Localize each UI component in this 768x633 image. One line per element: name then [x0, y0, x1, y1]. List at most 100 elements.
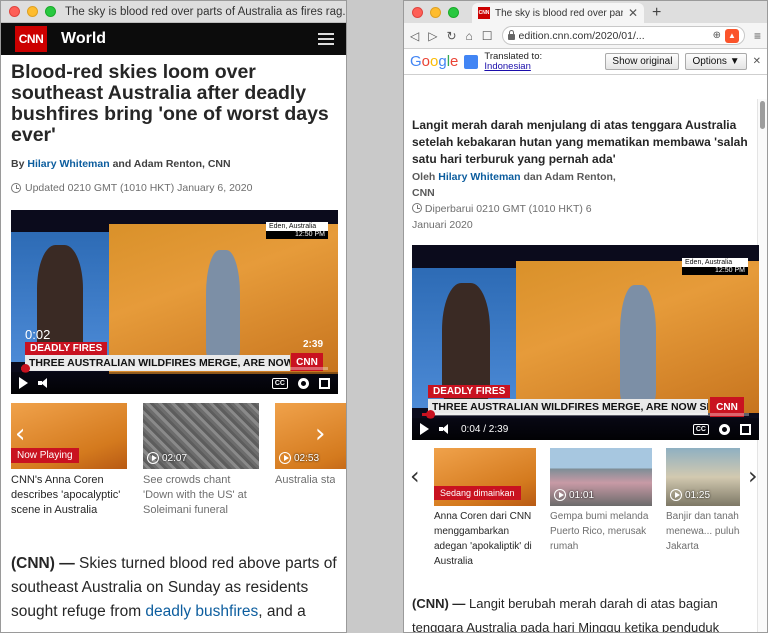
- location-text: Eden, Australia: [685, 259, 733, 266]
- language-select[interactable]: Indonesian: [484, 61, 530, 72]
- updated-timestamp: Updated 0210 GMT (1010 HKT) January 6, 2…: [1, 170, 346, 194]
- left-titlebar: The sky is blood red over parts of Austr…: [1, 1, 346, 23]
- menu-icon[interactable]: [318, 33, 334, 45]
- carousel-caption[interactable]: CNN's Anna Coren describes 'apocalyptic'…: [11, 473, 127, 518]
- carousel-caption[interactable]: Anna Coren dari CNN menggambarkan adegan…: [434, 509, 536, 569]
- closed-captions-button[interactable]: CC: [692, 423, 709, 435]
- reload-icon[interactable]: ↻: [446, 29, 456, 43]
- updated-timestamp: Diperbarui 0210 GMT (1010 HKT) 6 Januari…: [412, 201, 612, 233]
- video-player[interactable]: Eden, Australia 12:50 PM 0:02 2:39 DEADL…: [11, 210, 338, 394]
- close-window-button[interactable]: [9, 6, 20, 17]
- volume-icon[interactable]: [439, 424, 451, 434]
- location-time: 12:50 PM: [682, 267, 748, 275]
- duration-badge: 01:01: [554, 489, 594, 501]
- lower-third-tag: DEADLY FIRES: [25, 342, 108, 355]
- carousel-item[interactable]: Sedang dimainkan Anna Coren dari CNN men…: [434, 448, 536, 569]
- scrollbar-thumb[interactable]: [760, 101, 765, 129]
- carousel-item[interactable]: Now Playing CNN's Anna Coren describes '…: [11, 403, 127, 518]
- carousel-caption[interactable]: Gempa bumi melanda Puerto Rico, merusak …: [550, 509, 652, 554]
- forward-icon[interactable]: ▷: [428, 29, 437, 43]
- carousel-thumbnail[interactable]: Now Playing: [11, 403, 127, 469]
- cnn-logo[interactable]: CNN: [15, 26, 47, 52]
- window-controls: [412, 1, 466, 23]
- volume-icon[interactable]: [38, 378, 50, 388]
- lock-icon: [507, 30, 515, 40]
- byline-prefix: By: [11, 158, 25, 170]
- lower-third-tag: DEADLY FIRES: [428, 385, 511, 398]
- carousel-thumbnail[interactable]: 02:07: [143, 403, 259, 469]
- carousel-item[interactable]: 01:01 Gempa bumi melanda Puerto Rico, me…: [550, 448, 652, 569]
- video-carousel: Now Playing CNN's Anna Coren describes '…: [11, 403, 346, 518]
- back-icon[interactable]: ◁: [410, 29, 419, 43]
- bushfires-link[interactable]: deadly bushfires: [145, 603, 258, 620]
- video-player[interactable]: Eden, Australia 12:50 PM DEADLY FIRES TH…: [412, 245, 759, 440]
- carousel-thumbnail[interactable]: 01:01: [550, 448, 652, 506]
- cnn-favicon: CNN: [478, 7, 490, 19]
- play-circle-icon: [554, 489, 566, 501]
- author-link[interactable]: Hilary Whiteman: [438, 171, 520, 183]
- play-icon[interactable]: [420, 423, 429, 435]
- location-tag: Eden, Australia 12:50 PM: [682, 258, 748, 275]
- progress-bar[interactable]: [422, 410, 749, 419]
- video-controls: 0:04 / 2:39 CC: [412, 418, 759, 440]
- settings-gear-icon[interactable]: [719, 423, 730, 435]
- carousel-next-icon[interactable]: ›: [748, 464, 758, 488]
- updated-text: Updated 0210 GMT (1010 HKT) January 6, 2…: [25, 182, 253, 194]
- fullscreen-icon[interactable]: [740, 423, 751, 435]
- translate-page-icon[interactable]: ⊕: [713, 30, 721, 41]
- carousel-thumbnail[interactable]: 02:53: [275, 403, 346, 469]
- new-tab-icon[interactable]: +: [652, 3, 661, 23]
- section-title[interactable]: World: [61, 30, 318, 48]
- settings-gear-icon[interactable]: [298, 377, 309, 389]
- navigation-bar: ◁ ▷ ↻ ⌂ ☐ edition.cnn.com/2020/01/... ⊕ …: [404, 23, 767, 49]
- carousel-caption[interactable]: See crowds chant 'Down with the US' at S…: [143, 473, 259, 518]
- carousel-thumbnail[interactable]: 01:25: [666, 448, 740, 506]
- author-link[interactable]: Hilary Whiteman: [27, 158, 109, 170]
- closed-captions-button[interactable]: CC: [271, 377, 288, 389]
- duration-text: 01:01: [569, 489, 595, 501]
- close-tab-icon[interactable]: ✕: [628, 6, 638, 20]
- elapsed-time: 0:02: [25, 327, 51, 342]
- bookmark-icon[interactable]: ☐: [482, 29, 493, 43]
- article-headline: Blood-red skies loom over southeast Aust…: [11, 61, 329, 146]
- minimize-window-button[interactable]: [430, 6, 441, 18]
- fullscreen-icon[interactable]: [319, 377, 330, 389]
- browser-tab[interactable]: CNN The sky is blood red over parts of ✕: [472, 3, 644, 23]
- byline: Oleh Hilary Whiteman dan Adam Renton, CN…: [412, 169, 632, 201]
- carousel-caption[interactable]: Australia sta... emergency ... in fire-h…: [275, 473, 335, 488]
- address-bar[interactable]: edition.cnn.com/2020/01/... ⊕ ▲: [501, 26, 745, 45]
- close-translate-bar-icon[interactable]: ✕: [753, 56, 761, 67]
- carousel-item[interactable]: 02:07 See crowds chant 'Down with the US…: [143, 403, 259, 518]
- progress-bar[interactable]: [21, 364, 328, 373]
- show-original-button[interactable]: Show original: [605, 53, 680, 70]
- carousel-item[interactable]: 01:25 Banjir dan tanah longsor menewa...…: [666, 448, 740, 569]
- location-tag: Eden, Australia 12:50 PM: [266, 222, 328, 239]
- menu-icon[interactable]: ≡: [754, 29, 761, 43]
- play-icon[interactable]: [19, 377, 28, 389]
- body-text-2: , and a: [258, 603, 306, 620]
- duration-text: 01:25: [685, 489, 711, 501]
- carousel-caption[interactable]: Banjir dan tanah longsor menewa... puluh…: [666, 509, 740, 554]
- zoom-window-button[interactable]: [45, 6, 56, 17]
- close-window-button[interactable]: [412, 6, 423, 18]
- dateline: (CNN) —: [412, 596, 466, 611]
- carousel-next-icon[interactable]: ›: [315, 421, 325, 447]
- carousel-item[interactable]: 02:53 Australia sta... emergency ... in …: [275, 403, 346, 518]
- byline-rest: and Adam Renton, CNN: [112, 158, 231, 170]
- video-carousel: Sedang dimainkan Anna Coren dari CNN men…: [434, 448, 740, 569]
- options-button[interactable]: Options ▼: [685, 53, 747, 70]
- zoom-window-button[interactable]: [448, 6, 459, 18]
- brave-shields-icon[interactable]: ▲: [724, 28, 739, 43]
- minimize-window-button[interactable]: [27, 6, 38, 17]
- carousel-prev-icon[interactable]: ‹: [15, 421, 25, 447]
- anchor-figure: [442, 283, 490, 401]
- article-body: (CNN) — Langit berubah merah darah di at…: [412, 592, 752, 632]
- carousel-prev-icon[interactable]: ‹: [410, 464, 420, 488]
- updated-text: Diperbarui 0210 GMT (1010 HKT) 6 Januari…: [412, 203, 592, 231]
- byline-rest: dan Adam Renton,: [523, 171, 616, 183]
- byline-cnn: CNN: [412, 187, 435, 199]
- home-icon[interactable]: ⌂: [466, 29, 473, 43]
- url-text[interactable]: edition.cnn.com/2020/01/...: [519, 30, 709, 42]
- carousel-thumbnail[interactable]: Sedang dimainkan: [434, 448, 536, 506]
- location-text: Eden, Australia: [269, 223, 317, 230]
